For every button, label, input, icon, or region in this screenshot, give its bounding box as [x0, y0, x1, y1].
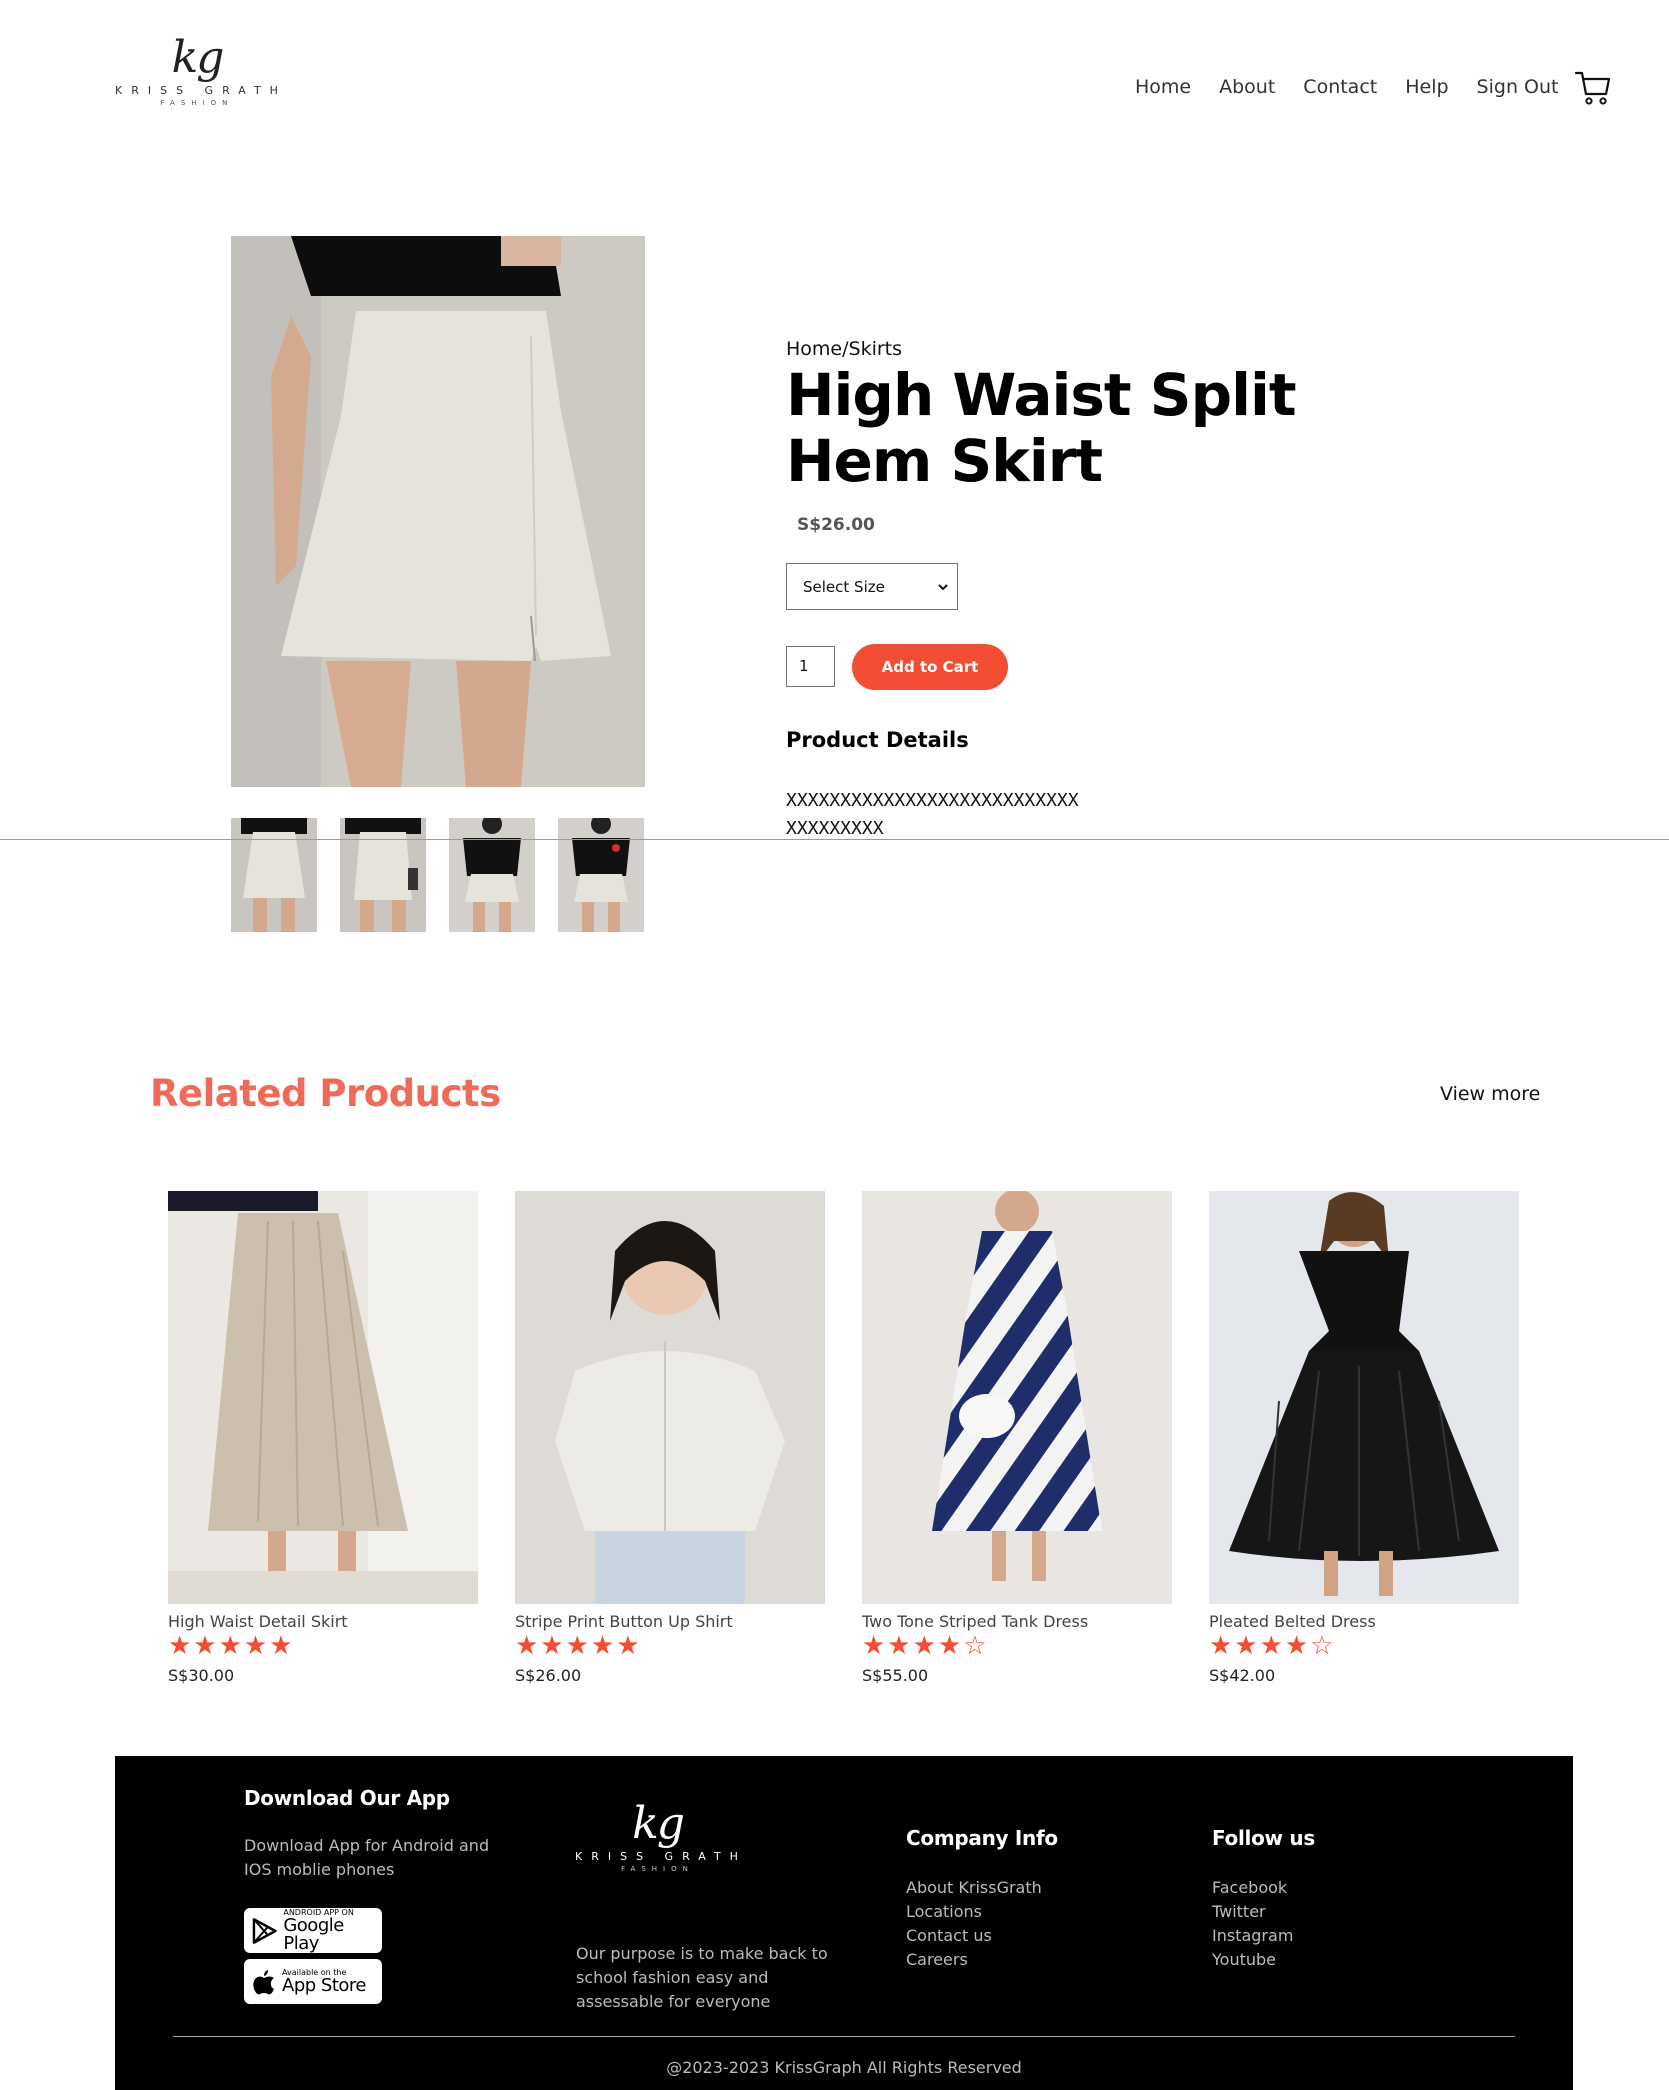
product-details-text: XXXXXXXXXXXXXXXXXXXXXXXXXXXXXXXXXXXX	[786, 790, 1079, 839]
product-card[interactable]: Stripe Print Button Up Shirt ★★★★★ S$26.…	[515, 1191, 825, 1691]
footer-link-facebook[interactable]: Facebook	[1212, 1876, 1293, 1900]
footer-link-locations[interactable]: Locations	[906, 1900, 1042, 1924]
logo-mark: kg	[632, 1798, 685, 1849]
star-rating: ★★★★☆	[1209, 1631, 1336, 1661]
brand-logo[interactable]: kg KRISS GRATH FASHION	[115, 34, 279, 116]
logo-sub: FASHION	[621, 1865, 694, 1873]
footer-logo[interactable]: kg KRISS GRATH FASHION	[575, 1800, 740, 1874]
thumbnail-3[interactable]	[449, 818, 535, 932]
nav-about[interactable]: About	[1219, 76, 1275, 98]
product-card[interactable]: Two Tone Striped Tank Dress ★★★★☆ S$55.0…	[862, 1191, 1172, 1691]
product-details-heading: Product Details	[786, 728, 969, 752]
site-header: kg KRISS GRATH FASHION Home About Contac…	[0, 0, 1669, 130]
footer-link-youtube[interactable]: Youtube	[1212, 1948, 1293, 1972]
cart-icon[interactable]	[1575, 70, 1611, 106]
product-card-name[interactable]: Stripe Print Button Up Shirt	[515, 1612, 733, 1631]
logo-name: KRISS GRATH	[115, 84, 287, 97]
breadcrumb[interactable]: Home/Skirts	[786, 338, 902, 360]
footer-link-contact[interactable]: Contact us	[906, 1924, 1042, 1948]
nav-sign-out[interactable]: Sign Out	[1477, 76, 1559, 98]
chevron-down-icon	[938, 583, 948, 590]
logo-name: KRISS GRATH	[575, 1850, 747, 1863]
thumbnail-2[interactable]	[340, 818, 426, 932]
product-main-image	[231, 236, 645, 787]
product-card-image[interactable]	[1209, 1191, 1519, 1604]
footer-link-careers[interactable]: Careers	[906, 1948, 1042, 1972]
star-rating: ★★★★★	[515, 1631, 642, 1661]
product-price: S$26.00	[797, 515, 875, 535]
copyright-text: @2023-2023 KrissGraph All Rights Reserve…	[666, 2058, 1022, 2077]
download-app-text: Download App for Android and IOS moblie …	[244, 1836, 490, 1879]
size-select-value: Select Size	[803, 577, 885, 596]
thumbnail-4[interactable]	[558, 818, 644, 932]
footer-divider	[173, 2036, 1515, 2037]
product-card-price: S$30.00	[168, 1666, 235, 1685]
google-play-label: Google Play	[283, 1914, 344, 1954]
product-card-image[interactable]	[168, 1191, 478, 1604]
app-store-button[interactable]: Available on the App Store	[244, 1959, 382, 2004]
product-card-price: S$55.00	[862, 1666, 929, 1685]
nav-contact[interactable]: Contact	[1303, 76, 1377, 98]
related-products-title: Related Products	[150, 1072, 501, 1115]
nav-home[interactable]: Home	[1135, 76, 1191, 98]
nav-help[interactable]: Help	[1405, 76, 1448, 98]
company-info-heading: Company Info	[906, 1826, 1058, 1850]
product-card-price: S$42.00	[1209, 1666, 1276, 1685]
star-rating: ★★★★★	[168, 1631, 295, 1661]
follow-us-heading: Follow us	[1212, 1826, 1315, 1850]
google-play-icon	[252, 1917, 277, 1944]
product-card-price: S$26.00	[515, 1666, 582, 1685]
product-card-image[interactable]	[515, 1191, 825, 1604]
product-card[interactable]: Pleated Belted Dress ★★★★☆ S$42.00	[1209, 1191, 1519, 1691]
google-play-button[interactable]: ANDROID APP ON Google Play	[244, 1908, 382, 1953]
company-links: About KrissGrath Locations Contact us Ca…	[906, 1876, 1042, 1972]
logo-mark: kg	[171, 32, 225, 83]
footer-link-twitter[interactable]: Twitter	[1212, 1900, 1293, 1924]
add-to-cart-button[interactable]: Add to Cart	[852, 644, 1008, 690]
product-card-image[interactable]	[862, 1191, 1172, 1604]
logo-sub: FASHION	[160, 99, 234, 107]
footer-purpose-text: Our purpose is to make back to school fa…	[576, 1944, 828, 2011]
social-links: Facebook Twitter Instagram Youtube	[1212, 1876, 1293, 1972]
footer-link-about[interactable]: About KrissGrath	[906, 1876, 1042, 1900]
view-more-link[interactable]: View more	[1440, 1083, 1540, 1105]
product-title: High Waist Split Hem Skirt	[786, 361, 1297, 495]
product-card-name[interactable]: High Waist Detail Skirt	[168, 1612, 348, 1631]
product-card-name[interactable]: Two Tone Striped Tank Dress	[862, 1612, 1088, 1631]
product-card-name[interactable]: Pleated Belted Dress	[1209, 1612, 1376, 1631]
app-store-label: App Store	[282, 1974, 366, 1996]
download-app-heading: Download Our App	[244, 1786, 450, 1810]
product-thumbnails	[231, 818, 645, 932]
product-card[interactable]: High Waist Detail Skirt ★★★★★ S$30.00	[168, 1191, 478, 1691]
size-select[interactable]: Select Size	[786, 563, 958, 610]
main-nav: Home About Contact Help Sign Out	[1135, 76, 1558, 98]
apple-icon	[253, 1969, 274, 1994]
thumbnail-1[interactable]	[231, 818, 317, 932]
quantity-input[interactable]: 1	[786, 646, 835, 687]
site-footer: Download Our App Download App for Androi…	[115, 1756, 1573, 2090]
footer-link-instagram[interactable]: Instagram	[1212, 1924, 1293, 1948]
star-rating: ★★★★☆	[862, 1631, 989, 1661]
